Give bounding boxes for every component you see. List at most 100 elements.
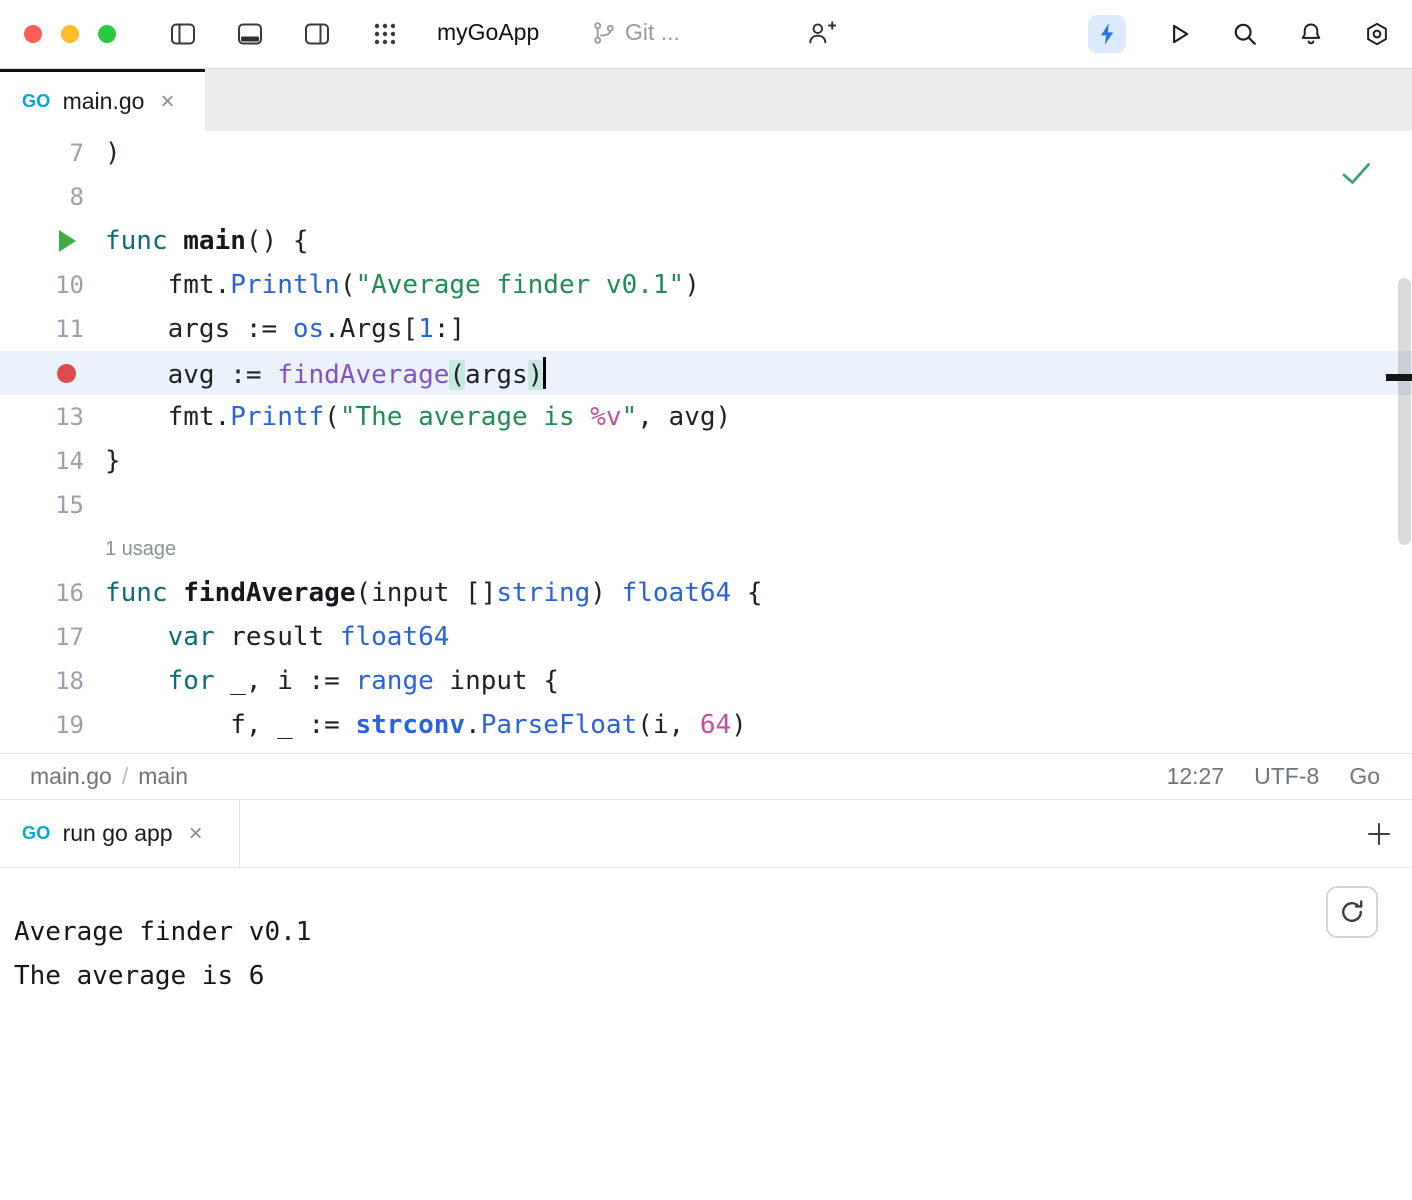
toggle-bottom-panel-icon[interactable] bbox=[237, 21, 263, 47]
smart-run-button[interactable] bbox=[1088, 15, 1126, 53]
code-token: var bbox=[168, 622, 215, 652]
add-tab-plus-icon[interactable] bbox=[1366, 821, 1392, 847]
line-number[interactable]: 18 bbox=[0, 667, 84, 695]
code-line[interactable]: 19 f, _ := strconv.ParseFloat(i, 64) bbox=[0, 703, 1412, 747]
run-button[interactable] bbox=[1166, 21, 1192, 47]
code-token: result bbox=[215, 622, 340, 652]
code-line[interactable]: 15 bbox=[0, 483, 1412, 527]
code-token: { bbox=[731, 578, 762, 608]
notifications-bell-button[interactable] bbox=[1298, 21, 1324, 47]
console-output: Average finder v0.1The average is 6 bbox=[14, 910, 1412, 998]
breakpoint-icon[interactable] bbox=[0, 364, 84, 383]
code-editor[interactable]: 7)8func main() {10 fmt.Println("Average … bbox=[0, 131, 1412, 753]
project-name[interactable]: myGoApp bbox=[437, 19, 539, 46]
status-bar: main.go / main 12:27 UTF-8 Go bbox=[0, 753, 1412, 800]
run-console[interactable]: Average finder v0.1The average is 6 bbox=[0, 868, 1412, 1200]
code-token bbox=[105, 666, 168, 696]
toggle-left-panel-icon[interactable] bbox=[170, 21, 196, 47]
go-file-icon: GO bbox=[22, 823, 51, 844]
run-line-icon[interactable] bbox=[0, 230, 84, 252]
code-token: strconv bbox=[355, 710, 465, 740]
code-token: range bbox=[355, 666, 433, 696]
code-text: } bbox=[105, 446, 121, 476]
code-token: ) bbox=[731, 710, 747, 740]
line-number[interactable]: 7 bbox=[0, 139, 84, 167]
run-panel-tab-strip: GO run go app × bbox=[0, 800, 1412, 868]
line-number[interactable]: 19 bbox=[0, 711, 84, 739]
window-zoom-button[interactable] bbox=[98, 25, 116, 43]
toggle-right-panel-icon[interactable] bbox=[304, 21, 330, 47]
code-line[interactable]: 11 args := os.Args[1:] bbox=[0, 307, 1412, 351]
line-number[interactable]: 11 bbox=[0, 315, 84, 343]
collaborate-button[interactable] bbox=[806, 20, 836, 46]
code-token: main bbox=[183, 226, 246, 256]
code-line[interactable]: 10 fmt.Println("Average finder v0.1") bbox=[0, 263, 1412, 307]
breadcrumb-scope[interactable]: main bbox=[138, 763, 188, 790]
line-number[interactable]: 10 bbox=[0, 271, 84, 299]
line-number[interactable]: 17 bbox=[0, 623, 84, 651]
code-token: ( bbox=[449, 360, 465, 390]
editor-scrollbar[interactable] bbox=[1398, 278, 1411, 545]
code-line[interactable]: 7) bbox=[0, 131, 1412, 175]
code-token: "Average finder v0.1" bbox=[355, 270, 684, 300]
usage-hint[interactable]: 1 usage bbox=[0, 527, 1412, 571]
line-number[interactable]: 14 bbox=[0, 447, 84, 475]
code-line[interactable]: 13 fmt.Printf("The average is %v", avg) bbox=[0, 395, 1412, 439]
code-token: ( bbox=[324, 402, 340, 432]
caret-position[interactable]: 12:27 bbox=[1167, 763, 1225, 790]
line-number[interactable]: 15 bbox=[0, 491, 84, 519]
code-token: ) bbox=[105, 138, 121, 168]
editor-tab-strip: GO main.go × bbox=[0, 69, 1412, 131]
console-line: Average finder v0.1 bbox=[14, 910, 1412, 954]
run-tab-close-icon[interactable]: × bbox=[189, 822, 203, 846]
line-number[interactable]: 16 bbox=[0, 579, 84, 607]
workspaces-grid-icon[interactable] bbox=[372, 21, 398, 47]
code-token: ) bbox=[528, 360, 544, 390]
code-token: avg := bbox=[105, 360, 277, 390]
code-line[interactable]: 14} bbox=[0, 439, 1412, 483]
code-token: findAverage bbox=[277, 360, 449, 390]
code-token: ( bbox=[340, 270, 356, 300]
tab-close-icon[interactable]: × bbox=[160, 90, 174, 114]
code-token: func bbox=[105, 578, 168, 608]
tab-title: main.go bbox=[63, 88, 145, 115]
code-line[interactable]: 8 bbox=[0, 175, 1412, 219]
code-token: 1 bbox=[418, 314, 434, 344]
code-line[interactable]: 18 for _, i := range input { bbox=[0, 659, 1412, 703]
git-branch-widget[interactable]: Git ... bbox=[592, 19, 680, 46]
search-button[interactable] bbox=[1232, 21, 1258, 47]
window-minimize-button[interactable] bbox=[61, 25, 79, 43]
code-token: findAverage bbox=[183, 578, 355, 608]
code-token: . bbox=[465, 710, 481, 740]
inspection-ok-check-icon[interactable] bbox=[1340, 161, 1372, 187]
code-token: float64 bbox=[622, 578, 732, 608]
line-number[interactable]: 8 bbox=[0, 183, 84, 211]
breadcrumb-file[interactable]: main.go bbox=[30, 763, 112, 790]
code-text: func findAverage(input []string) float64… bbox=[105, 578, 762, 608]
code-token bbox=[168, 578, 184, 608]
code-text: var result float64 bbox=[105, 622, 449, 652]
console-line: The average is 6 bbox=[14, 954, 1412, 998]
code-token: , avg) bbox=[637, 402, 731, 432]
file-encoding[interactable]: UTF-8 bbox=[1254, 763, 1319, 790]
code-token: ParseFloat bbox=[481, 710, 638, 740]
code-token: 64 bbox=[700, 710, 731, 740]
rerun-button[interactable] bbox=[1326, 886, 1378, 938]
settings-button[interactable] bbox=[1364, 21, 1390, 47]
language-indicator[interactable]: Go bbox=[1349, 763, 1380, 790]
code-token: os bbox=[293, 314, 324, 344]
code-token: " bbox=[622, 402, 638, 432]
tab-main-go[interactable]: GO main.go × bbox=[0, 69, 205, 131]
code-token: float64 bbox=[340, 622, 450, 652]
code-line[interactable]: 16 func findAverage(input []string) float… bbox=[0, 571, 1412, 615]
code-token: _, i := bbox=[215, 666, 356, 696]
code-token: :] bbox=[434, 314, 465, 344]
code-line[interactable]: func main() { bbox=[0, 219, 1412, 263]
code-text: for _, i := range input { bbox=[105, 666, 559, 696]
code-line[interactable]: 17 var result float64 bbox=[0, 615, 1412, 659]
tab-run-go-app[interactable]: GO run go app × bbox=[0, 800, 240, 867]
code-line[interactable]: avg := findAverage(args) bbox=[0, 351, 1412, 395]
text-caret bbox=[543, 357, 546, 389]
window-close-button[interactable] bbox=[24, 25, 42, 43]
line-number[interactable]: 13 bbox=[0, 403, 84, 431]
